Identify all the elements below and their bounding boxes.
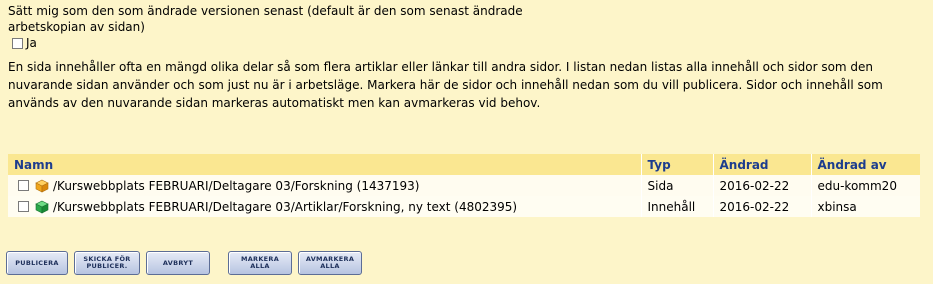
pages-table: Namn Typ Ändrad Ändrad av /Kurswebbplats… [8, 154, 920, 217]
name-cell-content: /Kurswebbplats FEBRUARI/Deltagare 03/For… [14, 179, 641, 193]
row-changed-by: xbinsa [811, 196, 920, 217]
column-header-changed-by: Ändrad av [811, 154, 920, 175]
row-type: Innehåll [641, 196, 714, 217]
column-header-name: Namn [8, 154, 642, 175]
send-for-publish-button[interactable]: SKICKA FÖR PUBLICER. [74, 251, 140, 275]
select-all-button[interactable]: MARKERA ALLA [228, 251, 292, 275]
row-name: /Kurswebbplats FEBRUARI/Deltagare 03/For… [53, 178, 420, 193]
name-cell-content: /Kurswebbplats FEBRUARI/Deltagare 03/Art… [14, 200, 641, 214]
last-editor-checkbox[interactable] [12, 37, 23, 49]
publish-info: En sida innehåller ofta en mängd olika d… [8, 58, 926, 112]
last-editor-checkbox-label: Ja [26, 36, 37, 50]
row-changed: 2016-02-22 [713, 175, 812, 196]
publish-info-text: En sida innehåller ofta en mängd olika d… [8, 60, 883, 110]
publish-button[interactable]: PUBLICERA [6, 251, 68, 275]
last-editor-option-text: Sätt mig som den som ändrade versionen s… [8, 4, 523, 34]
table-row: /Kurswebbplats FEBRUARI/Deltagare 03/For… [8, 175, 920, 196]
page-cube-icon [35, 179, 49, 192]
row-type: Sida [641, 175, 714, 196]
last-editor-option: Ja [12, 36, 37, 50]
row-select-checkbox[interactable] [18, 201, 29, 212]
deselect-all-button[interactable]: AVMARKERA ALLA [298, 251, 362, 275]
table-header-row: Namn Typ Ändrad Ändrad av [8, 154, 920, 175]
name-cell: /Kurswebbplats FEBRUARI/Deltagare 03/For… [8, 175, 642, 196]
row-select-checkbox[interactable] [18, 180, 29, 191]
table-row: /Kurswebbplats FEBRUARI/Deltagare 03/Art… [8, 196, 920, 217]
name-cell: /Kurswebbplats FEBRUARI/Deltagare 03/Art… [8, 196, 642, 217]
column-header-type: Typ [641, 154, 714, 175]
action-buttons: PUBLICERA SKICKA FÖR PUBLICER. AVBRYT MA… [6, 251, 362, 275]
row-changed-by: edu-komm20 [811, 175, 920, 196]
row-changed: 2016-02-22 [713, 196, 812, 217]
cancel-button[interactable]: AVBRYT [146, 251, 210, 275]
content-cube-icon [35, 200, 49, 213]
row-name: /Kurswebbplats FEBRUARI/Deltagare 03/Art… [53, 199, 518, 214]
column-header-changed: Ändrad [713, 154, 812, 175]
